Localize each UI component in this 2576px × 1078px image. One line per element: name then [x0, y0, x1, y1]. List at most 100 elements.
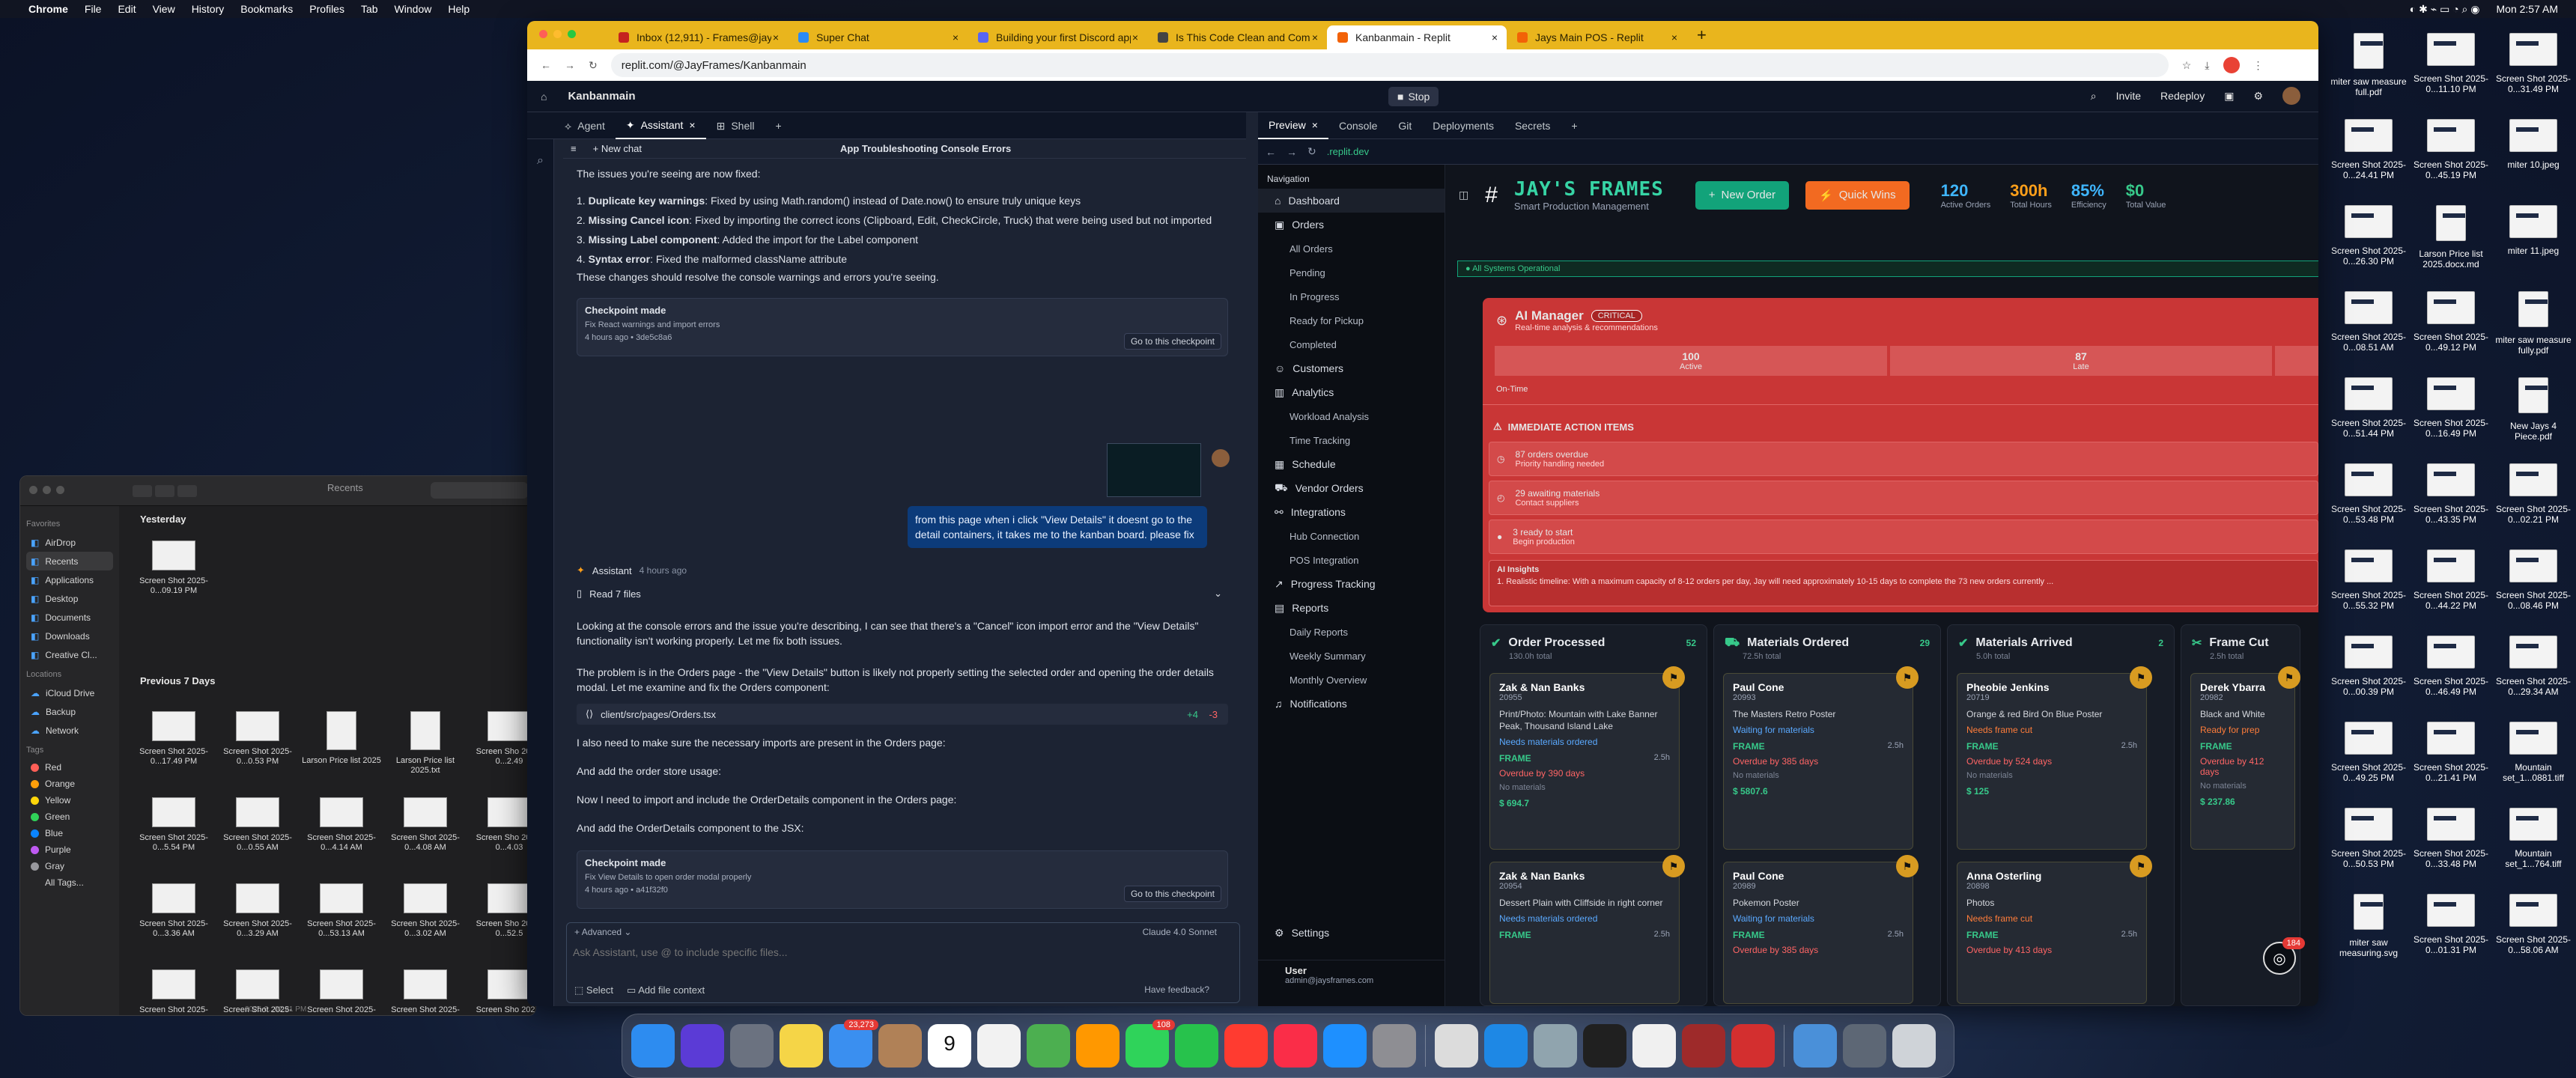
chrome-icon[interactable] [1435, 1024, 1478, 1068]
user-menu[interactable]: User admin@jaysframes.com [1258, 960, 1445, 990]
order-card[interactable]: ⚑ Pheobie Jenkins 20719 Orange & red Bird O… [1957, 666, 2152, 850]
menu-window[interactable]: Window [395, 3, 432, 15]
browser-tab[interactable]: Inbox (12,911) - Frames@jays... × [608, 25, 788, 49]
order-card[interactable]: ⚑ Paul Cone 20989 Pokemon Poster Waiting for… [1723, 855, 1919, 1004]
browser-tab[interactable]: Is This Code Clean and Compl...× [1147, 25, 1327, 49]
browser-tab[interactable]: Jays Main POS - Replit × [1507, 25, 1686, 49]
view-columns-button[interactable] [177, 485, 197, 497]
view-icons-button[interactable] [133, 485, 152, 497]
close-icon[interactable]: × [953, 31, 959, 43]
menu-history[interactable]: History [192, 3, 225, 15]
tab-console[interactable]: Console [1328, 112, 1388, 139]
finder-icon[interactable] [631, 1024, 675, 1068]
order-card[interactable]: ⚑ Zak & Nan Banks 20954 Dessert Plain with … [1489, 855, 1685, 1004]
nav-sub-hub-connection[interactable]: Hub Connection [1258, 524, 1445, 548]
search-field[interactable] [431, 482, 528, 499]
safari-icon[interactable] [1484, 1024, 1528, 1068]
feedback-link[interactable]: Have feedback? [1144, 984, 1209, 995]
minimize-dot[interactable] [43, 486, 51, 494]
settings-icon[interactable] [1373, 1024, 1416, 1068]
nav-sub-monthly-overview[interactable]: Monthly Overview [1258, 668, 1445, 692]
sidebar-item-applications[interactable]: ◧ Applications [26, 570, 113, 589]
nav-sub-time-tracking[interactable]: Time Tracking [1258, 428, 1445, 452]
photos-icon[interactable] [1076, 1024, 1120, 1068]
nav-dashboard[interactable]: ⌂ Dashboard [1258, 189, 1445, 213]
file-item[interactable]: Screen Shot 2025-0...3.36 AM [133, 883, 215, 939]
launchpad-icon[interactable] [730, 1024, 774, 1068]
bookmark-icon[interactable]: ☆ [2182, 59, 2192, 72]
tag-item[interactable]: All Tags... [26, 874, 113, 891]
nav-vendor-orders[interactable]: ⛟ Vendor Orders [1258, 476, 1445, 500]
reminders-icon[interactable] [977, 1024, 1021, 1068]
new-tab-button[interactable]: + [1697, 25, 1707, 49]
chat-fab[interactable]: ◎ 184 [2263, 937, 2305, 975]
tag-item[interactable]: Purple [26, 841, 113, 858]
sidebar-item-iclouddrive[interactable]: ☁ iCloud Drive [26, 683, 113, 702]
tab-agent[interactable]: ⟡ Agent [554, 112, 616, 139]
desktop-file-icon[interactable]: miter saw measuring.svg [2327, 889, 2410, 994]
assistant-input[interactable] [573, 941, 1217, 963]
nav-settings[interactable]: ⚙ Settings [1258, 921, 1445, 945]
stop-button[interactable]: ■ Stop [1388, 87, 1439, 106]
calendar-icon[interactable]: 9 [928, 1024, 971, 1068]
tab-shell[interactable]: ⊞ Shell [706, 112, 765, 139]
tab-preview[interactable]: Preview × [1258, 112, 1328, 139]
desktop-file-icon[interactable]: Screen Shot 2025-0...01.31 PM [2410, 889, 2492, 994]
close-icon[interactable]: × [1671, 31, 1677, 43]
sidebar-item-recents[interactable]: ◧ Recents [26, 552, 113, 570]
mail-icon[interactable]: 23,273 [829, 1020, 878, 1068]
close-icon[interactable]: × [1132, 31, 1138, 43]
invite-button[interactable]: Invite [2116, 90, 2141, 102]
back-icon[interactable]: ← [1266, 146, 1276, 158]
close-icon[interactable]: × [1312, 119, 1318, 131]
tag-item[interactable]: Green [26, 808, 113, 825]
action-item[interactable]: ◴ 29 awaiting materials Contact suppliers [1489, 481, 2318, 515]
photobooth-icon[interactable] [1682, 1024, 1725, 1068]
menu-bookmarks[interactable]: Bookmarks [240, 3, 293, 15]
quick-wins-button[interactable]: ⚡ Quick Wins [1805, 180, 1910, 210]
tag-item[interactable]: Orange [26, 776, 113, 792]
tag-item[interactable]: Red [26, 759, 113, 776]
nav-schedule[interactable]: ▦ Schedule [1258, 452, 1445, 476]
order-card[interactable]: ⚑ Paul Cone 20993 The Masters Retro Poster W… [1723, 666, 1919, 850]
close-icon[interactable]: × [689, 119, 695, 131]
file-item[interactable]: Screen Shot 2025-0...13.39 AM [300, 969, 383, 1015]
zoom-dot[interactable] [568, 30, 576, 38]
sidebar-item-desktop[interactable]: ◧ Desktop [26, 589, 113, 608]
menu-icon[interactable]: ⋮ [2253, 59, 2264, 72]
chat-title[interactable]: App Troubleshooting Console Errors [840, 143, 1011, 154]
search-icon[interactable]: ⌕ [2091, 90, 2097, 103]
model-selector[interactable]: Claude 4.0 Sonnet [1143, 927, 1217, 937]
settings-icon[interactable]: ⚙ [2253, 90, 2263, 103]
tab-secrets[interactable]: Secrets [1504, 112, 1561, 139]
file-item[interactable]: Screen Shot 2025-0...4.08 AM [384, 797, 467, 853]
messages-icon[interactable]: 108 [1126, 1020, 1175, 1068]
add-tab-button[interactable]: + [765, 112, 792, 139]
reload-icon[interactable]: ↻ [589, 59, 598, 72]
new-chat-button[interactable]: + New chat [593, 143, 642, 154]
tab-assistant[interactable]: ✦ Assistant × [615, 112, 706, 139]
user-avatar[interactable] [2282, 87, 2300, 105]
search-panel-icon[interactable]: ⌕ [527, 147, 553, 175]
preview-url[interactable]: .replit.dev [1327, 146, 1369, 157]
close-icon[interactable]: × [1312, 31, 1318, 43]
read-files-toggle[interactable]: ▯ Read 7 files ⌄ [577, 584, 1228, 603]
file-item[interactable]: Screen Shot 2025-0...53.13 AM [300, 883, 383, 939]
tag-item[interactable]: Yellow [26, 792, 113, 808]
redeploy-button[interactable]: Redeploy [2160, 90, 2205, 102]
notes-icon[interactable] [780, 1024, 823, 1068]
file-item[interactable]: Screen Shot 2025-0...9.34 AM [384, 969, 467, 1015]
tab-deployments[interactable]: Deployments [1422, 112, 1504, 139]
terminal-icon[interactable] [1583, 1024, 1626, 1068]
nav-orders[interactable]: ▣ Orders [1258, 213, 1445, 237]
reload-icon[interactable]: ↻ [1307, 145, 1316, 158]
siri-icon[interactable] [681, 1024, 724, 1068]
sidebar-item-documents[interactable]: ◧ Documents [26, 608, 113, 627]
nav-sub-weekly-summary[interactable]: Weekly Summary [1258, 644, 1445, 668]
order-card[interactable]: ⚑ Anna Osterling 20898 Photos Needs frame cu… [1957, 855, 2152, 1004]
browser-tab[interactable]: Building your first Discord app × [967, 25, 1147, 49]
browser-tab[interactable]: Kanbanmain - Replit × [1327, 25, 1507, 49]
attach-button[interactable]: ▭ Add file context [627, 984, 705, 996]
action-item[interactable]: ◷ 87 orders overdue Priority handling need… [1489, 442, 2318, 476]
order-card[interactable]: ⚑ Zak & Nan Banks 20955 Print/Photo: Mounta… [1489, 666, 1685, 850]
